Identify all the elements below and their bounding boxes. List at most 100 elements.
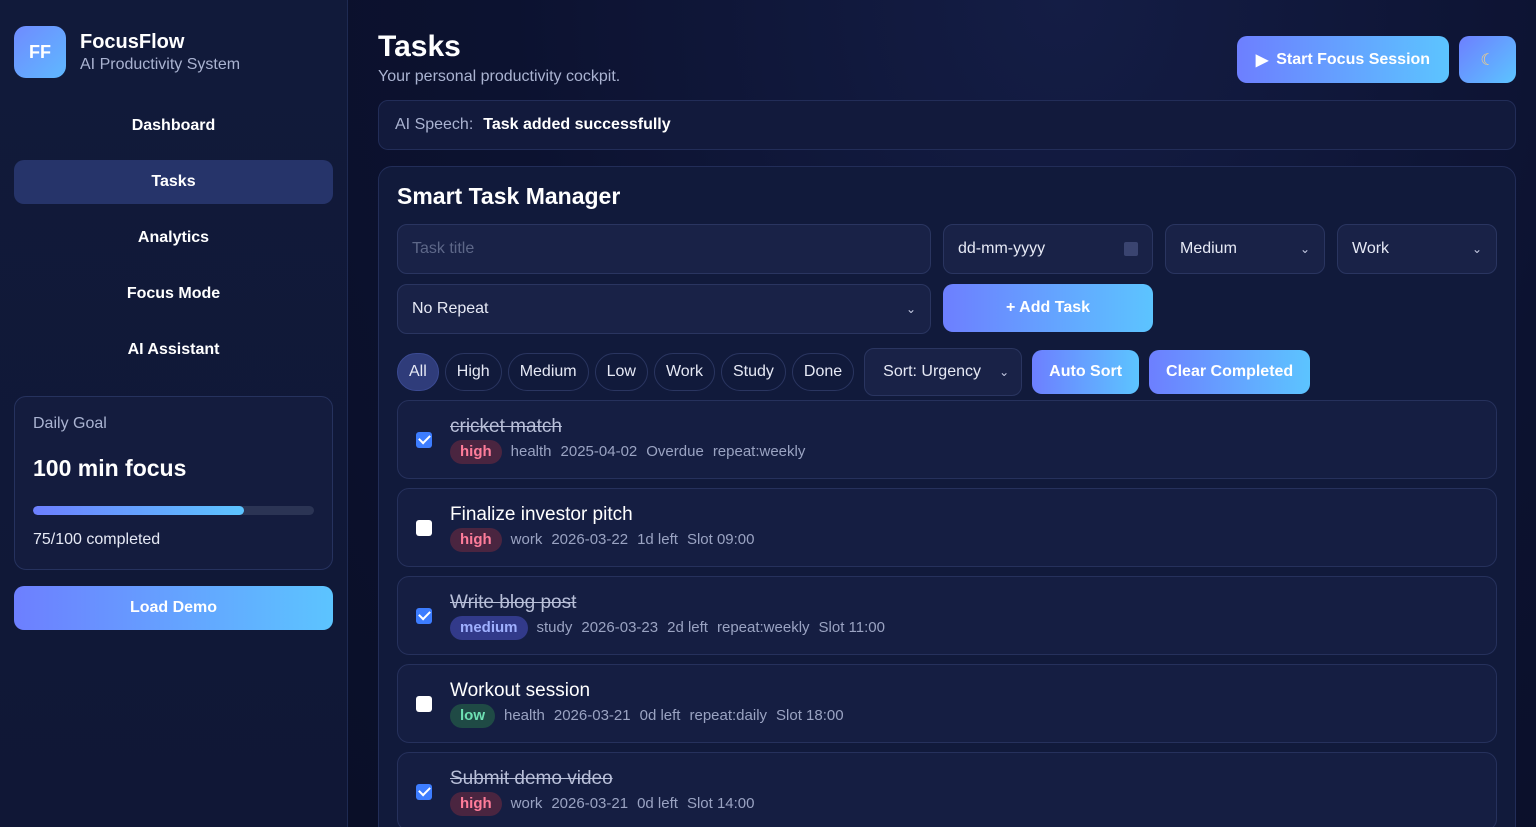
task-checkbox[interactable]	[416, 519, 432, 536]
task-date: 2026-03-23	[581, 619, 659, 636]
load-demo-button[interactable]: Load Demo	[14, 586, 333, 630]
task-checkbox[interactable]	[416, 783, 432, 800]
chevron-down-icon: ⌄	[905, 302, 916, 316]
category-select[interactable]: Work ⌄	[1337, 224, 1497, 274]
chevron-down-icon: ⌄	[1471, 242, 1482, 256]
task-title: cricket match	[450, 415, 562, 437]
moon-icon: ☾	[1480, 51, 1495, 69]
chevron-down-icon: ⌄	[1299, 242, 1310, 256]
sort-select[interactable]: Sort: Urgency ⌄	[864, 348, 1023, 396]
ai-speech-bar: AI Speech: Task added successfully	[378, 100, 1516, 150]
priority-select[interactable]: Medium ⌄	[1165, 224, 1325, 274]
task-category: health	[504, 707, 545, 724]
calendar-icon	[1124, 242, 1138, 256]
priority-badge: high	[450, 527, 502, 552]
play-icon: ▶	[1255, 51, 1269, 69]
task-meta: high health 2025-04-02 Overdue repeat:we…	[450, 439, 806, 464]
daily-goal-progress-fill	[33, 506, 244, 515]
due-date-input[interactable]: dd-mm-yyyy	[943, 224, 1153, 274]
task-date: 2026-03-22	[551, 531, 629, 548]
task-meta: low health 2026-03-21 0d left repeat:dai…	[450, 703, 844, 728]
page-title: Tasks	[378, 30, 461, 63]
auto-sort-button[interactable]: Auto Sort	[1032, 350, 1140, 394]
task-title-input[interactable]: Task title	[397, 224, 931, 274]
task-title: Write blog post	[450, 591, 577, 613]
task-category: work	[510, 795, 543, 812]
task-item[interactable]: Finalize investor pitch high work 2026-0…	[397, 488, 1497, 567]
ai-speech-label: AI Speech:	[395, 116, 474, 133]
theme-toggle-button[interactable]: ☾	[1459, 36, 1516, 83]
filter-done[interactable]: Done	[791, 353, 855, 391]
priority-badge: high	[450, 439, 502, 464]
task-extra-item: repeat:daily	[689, 707, 768, 724]
task-item[interactable]: Workout session low health 2026-03-21 0d…	[397, 664, 1497, 743]
task-meta: medium study 2026-03-23 2d left repeat:w…	[450, 615, 885, 640]
clear-completed-button[interactable]: Clear Completed	[1149, 350, 1311, 394]
add-task-button[interactable]: + Add Task	[943, 284, 1153, 332]
task-title: Workout session	[450, 679, 591, 701]
due-date-placeholder: dd-mm-yyyy	[958, 240, 1046, 257]
repeat-select[interactable]: No Repeat ⌄	[397, 284, 931, 334]
sidebar-item-analytics[interactable]: Analytics	[14, 216, 333, 260]
filter-study[interactable]: Study	[721, 353, 786, 391]
task-due: Overdue	[646, 443, 704, 460]
app-root: FF FocusFlow AI Productivity System Dash…	[0, 0, 1536, 827]
task-filters: All High Medium Low Work Study Done Sort…	[397, 348, 1497, 396]
task-title-placeholder: Task title	[412, 240, 475, 257]
daily-goal-card: Daily Goal 100 min focus 75/100 complete…	[14, 396, 333, 570]
start-focus-session-button[interactable]: ▶ Start Focus Session	[1237, 36, 1449, 83]
daily-goal-value: 100 min focus	[33, 455, 187, 481]
task-form-row-2: No Repeat ⌄ + Add Task	[397, 284, 1497, 334]
task-extra: repeat:weekly Slot 11:00	[717, 619, 885, 636]
task-category: study	[536, 619, 573, 636]
sort-value: Sort: Urgency	[883, 363, 981, 380]
task-due: 0d left	[637, 795, 678, 812]
task-date: 2026-03-21	[551, 795, 629, 812]
task-extra: repeat:weekly	[713, 443, 806, 460]
daily-goal-status: 75/100 completed	[33, 531, 161, 548]
brand: FF FocusFlow AI Productivity System	[14, 26, 333, 78]
task-title: Submit demo video	[450, 767, 613, 789]
filter-work[interactable]: Work	[653, 353, 715, 391]
sidebar-item-ai-assistant[interactable]: AI Assistant	[14, 328, 333, 372]
task-checkbox[interactable]	[416, 607, 432, 624]
task-extra: Slot 09:00	[687, 531, 755, 548]
filter-high[interactable]: High	[444, 353, 502, 391]
task-extra-item: Slot 09:00	[686, 531, 755, 548]
task-meta: high work 2026-03-22 1d left Slot 09:00	[450, 527, 755, 552]
task-title: Finalize investor pitch	[450, 503, 633, 525]
task-date: 2025-04-02	[560, 443, 638, 460]
sidebar-item-dashboard[interactable]: Dashboard	[14, 104, 333, 148]
task-item[interactable]: Submit demo video high work 2026-03-21 0…	[397, 752, 1497, 827]
sidebar-item-tasks[interactable]: Tasks	[14, 160, 333, 204]
task-extra-item: Slot 14:00	[686, 795, 755, 812]
task-extra: repeat:daily Slot 18:00	[689, 707, 843, 724]
app-name: FocusFlow	[80, 30, 185, 53]
task-checkbox[interactable]	[416, 431, 432, 448]
task-checkbox[interactable]	[416, 695, 432, 712]
priority-badge: high	[450, 791, 502, 816]
filter-medium[interactable]: Medium	[507, 353, 589, 391]
page-header: Tasks Your personal productivity cockpit…	[378, 30, 1516, 86]
task-date: 2026-03-21	[553, 707, 631, 724]
priority-badge: medium	[450, 615, 528, 640]
task-due: 0d left	[639, 707, 681, 724]
page-subtitle: Your personal productivity cockpit.	[378, 68, 621, 85]
filter-low[interactable]: Low	[594, 353, 648, 391]
task-due: 1d left	[637, 531, 678, 548]
task-extra-item: Slot 11:00	[818, 619, 885, 636]
priority-badge: low	[450, 703, 495, 728]
start-focus-session-label: Start Focus Session	[1276, 50, 1431, 68]
main-content: Tasks Your personal productivity cockpit…	[348, 0, 1536, 827]
task-item[interactable]: cricket match high health 2025-04-02 Ove…	[397, 400, 1497, 479]
task-extra-item: repeat:weekly	[712, 443, 806, 460]
ai-speech-text: Task added successfully	[483, 116, 671, 133]
task-due: 2d left	[667, 619, 708, 636]
app-logo: FF	[14, 26, 66, 78]
sidebar-item-focus-mode[interactable]: Focus Mode	[14, 272, 333, 316]
filter-all[interactable]: All	[397, 353, 439, 391]
task-list: cricket match high health 2025-04-02 Ove…	[397, 400, 1497, 827]
daily-goal-label: Daily Goal	[33, 415, 107, 432]
task-item[interactable]: Write blog post medium study 2026-03-23 …	[397, 576, 1497, 655]
sidebar-nav: Dashboard Tasks Analytics Focus Mode AI …	[14, 104, 333, 372]
